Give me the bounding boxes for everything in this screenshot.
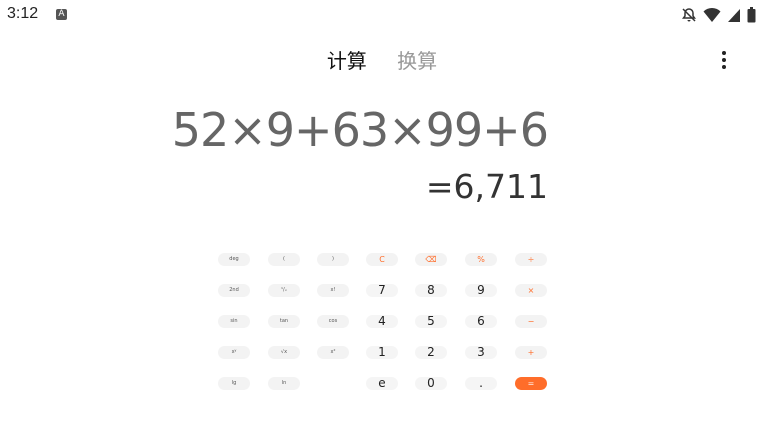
key-close-paren[interactable]: ): [317, 253, 349, 266]
key-sqrt[interactable]: √x: [268, 346, 300, 359]
key-backspace[interactable]: ⌫: [415, 253, 447, 266]
bell-off-icon: [682, 8, 696, 22]
key-3[interactable]: 3: [465, 346, 497, 359]
key-divide[interactable]: ÷: [515, 253, 547, 266]
more-vert-icon[interactable]: [720, 50, 728, 70]
key-sin[interactable]: sin: [218, 315, 250, 328]
status-bar: 3:12 A: [0, 0, 764, 30]
result-display: =6,711: [425, 167, 548, 206]
key-factorial[interactable]: x!: [317, 284, 349, 297]
wifi-icon: [703, 7, 721, 22]
key-power[interactable]: xʸ: [218, 346, 250, 359]
battery-icon: [747, 7, 756, 23]
key-0[interactable]: 0: [415, 377, 447, 390]
key-7[interactable]: 7: [366, 284, 398, 297]
tab-convert[interactable]: 换算: [397, 45, 437, 74]
key-square[interactable]: x²: [317, 346, 349, 359]
key-minus[interactable]: −: [515, 315, 547, 328]
key-8[interactable]: 8: [415, 284, 447, 297]
key-cos[interactable]: cos: [317, 315, 349, 328]
status-icons: [681, 5, 756, 25]
mode-tabs: 计算 换算: [0, 45, 764, 74]
key-2nd[interactable]: 2nd: [218, 284, 250, 297]
key-tan[interactable]: tan: [268, 315, 300, 328]
key-lg[interactable]: lg: [218, 377, 250, 390]
key-deg[interactable]: deg: [218, 253, 250, 266]
a-icon: A: [56, 9, 67, 20]
key-percent[interactable]: %: [465, 253, 497, 266]
key-e[interactable]: e: [366, 377, 398, 390]
status-time: 3:12: [7, 5, 39, 22]
key-1[interactable]: 1: [366, 346, 398, 359]
key-equals[interactable]: =: [515, 377, 547, 390]
key-5[interactable]: 5: [415, 315, 447, 328]
expression-display: 52×9+63×99+6: [171, 103, 549, 157]
key-empty: [317, 377, 349, 390]
key-reciprocal[interactable]: ¹/ₓ: [268, 284, 300, 297]
key-decimal[interactable]: .: [465, 377, 497, 390]
key-open-paren[interactable]: (: [268, 253, 300, 266]
key-ln[interactable]: ln: [268, 377, 300, 390]
key-9[interactable]: 9: [465, 284, 497, 297]
key-multiply[interactable]: ×: [515, 284, 547, 297]
signal-icon: [728, 9, 740, 22]
key-clear[interactable]: C: [366, 253, 398, 266]
key-plus[interactable]: +: [515, 346, 547, 359]
tab-calculate[interactable]: 计算: [327, 45, 367, 74]
key-6[interactable]: 6: [465, 315, 497, 328]
key-2[interactable]: 2: [415, 346, 447, 359]
key-4[interactable]: 4: [366, 315, 398, 328]
